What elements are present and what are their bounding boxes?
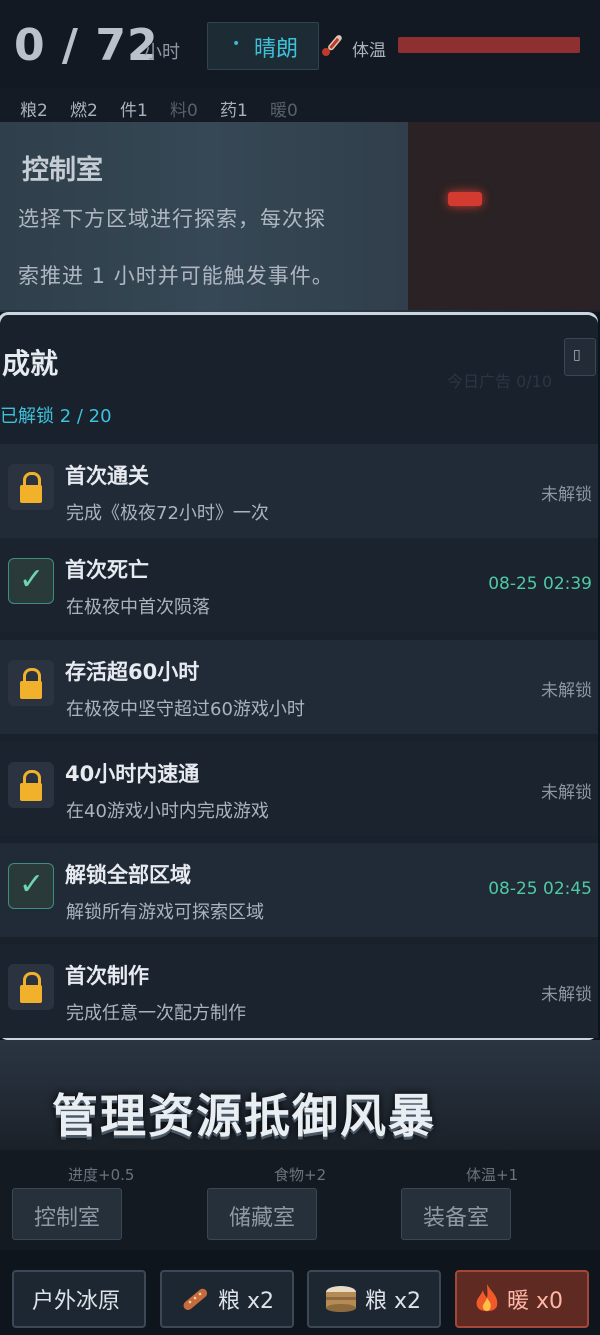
achievement-locked-status: 未解锁 [541,681,592,701]
lock-icon [8,762,54,808]
room-scene-machinery [408,122,600,310]
achievement-locked-status: 未解锁 [541,985,592,1005]
resource-fuel: 燃2 [70,101,98,121]
promo-slogan: 管理资源抵御风暴 [52,1089,436,1143]
room-hint-control: 进度+0.5 [68,1166,135,1184]
thermometer-icon [322,35,342,56]
room-hint-equipment: 体温+1 [466,1166,519,1184]
lock-body [20,485,42,503]
achievement-unlock-time: 08-25 02:39 [488,574,592,594]
achievement-row[interactable]: ✓ 解锁全部区域解锁所有游戏可探索区域 08-25 02:45 [0,843,598,937]
warm-button-label: 暖 x0 [507,1289,564,1314]
achievement-name: 解锁全部区域 [65,863,191,887]
achievement-description: 完成任意一次配方制作 [66,1003,246,1024]
weather-dot-icon: • [232,36,241,52]
achievement-description: 在40游戏小时内完成游戏 [66,801,269,822]
room-description-line2: 索推进 1 小时并可能触发事件。 [18,264,334,288]
lock-icon [8,464,54,510]
hours-counter: 0 / 72 [14,20,159,71]
achievement-row[interactable]: 首次通关完成《极夜72小时》一次 未解锁 [0,444,598,538]
food-sausage-label: 粮 x2 [218,1289,275,1314]
lock-icon [8,660,54,706]
ad-counter-faded: 今日广告 0/10 [447,372,553,391]
achievement-row[interactable]: 存活超60小时在极夜中坚守超过60游戏小时 未解锁 [0,640,598,734]
achievement-locked-status: 未解锁 [541,485,592,505]
check-icon: ✓ [8,558,54,604]
food-sausage-button[interactable]: 粮 x2 [160,1270,294,1328]
achievement-name: 存活超60小时 [65,660,200,684]
achievements-unlocked-count: 已解锁 2 / 20 [0,406,112,427]
sausage-icon [183,1288,208,1310]
room-selector: 进度+0.5 食物+2 体温+1 控制室 储藏室 装备室 [0,1150,600,1250]
achievement-name: 首次死亡 [65,558,149,582]
warm-button[interactable]: 暖 x0 [455,1270,589,1328]
outdoor-button-label: 户外冰原 [32,1289,121,1314]
checkmark-glyph: ✓ [19,867,45,902]
steamed-bun-icon [326,1286,356,1312]
close-button[interactable]: ▯ [564,338,596,376]
room-title: 控制室 [22,155,103,186]
achievement-description: 解锁所有游戏可探索区域 [66,902,264,923]
temperature-label: 体温 [352,41,386,61]
resource-bar: 粮2 燃2 件1 料0 药1 暖0 [0,88,600,124]
hours-unit: 小时 [144,42,180,63]
checkmark-glyph: ✓ [19,562,45,597]
close-icon: ▯ [573,347,581,363]
lock-icon [8,964,54,1010]
lock-body [20,681,42,699]
alarm-light-icon [448,192,482,206]
room-button-label: 控制室 [33,1206,100,1231]
temperature-bar [398,37,580,53]
food-bun-button[interactable]: 粮 x2 [307,1270,441,1328]
temperature-bar-fill [398,37,580,53]
resource-warmth: 暖0 [270,101,298,121]
room-button-control[interactable]: 控制室 [12,1188,122,1240]
achievement-name: 首次制作 [65,964,149,988]
room-button-storage[interactable]: 储藏室 [207,1188,317,1240]
lock-body [20,783,42,801]
achievement-row[interactable]: 40小时内速通在40游戏小时内完成游戏 未解锁 [0,742,598,836]
check-icon: ✓ [8,863,54,909]
action-bar: 户外冰原 粮 x2 粮 x2 暖 x0 [0,1250,600,1335]
room-button-label: 储藏室 [228,1206,295,1231]
achievement-locked-status: 未解锁 [541,783,592,803]
room-hint-storage: 食物+2 [274,1166,327,1184]
food-bun-label: 粮 x2 [365,1289,422,1314]
achievement-row[interactable]: 首次制作完成任意一次配方制作 未解锁 [0,944,598,1038]
fire-icon [476,1284,498,1312]
achievement-unlock-time: 08-25 02:45 [488,879,592,899]
achievements-title: 成就 [2,347,59,380]
achievement-name: 首次通关 [65,464,149,488]
resource-material: 料0 [170,101,198,121]
achievement-name: 40小时内速通 [65,762,200,786]
lock-body [20,985,42,1003]
achievement-description: 在极夜中首次陨落 [66,597,210,618]
achievement-description: 完成《极夜72小时》一次 [66,503,269,524]
room-button-equipment[interactable]: 装备室 [401,1188,511,1240]
resource-food: 粮2 [20,101,48,121]
achievement-row[interactable]: ✓ 首次死亡在极夜中首次陨落 08-25 02:39 [0,538,598,632]
resource-parts: 件1 [120,101,148,121]
weather-badge: • 晴朗 [207,22,319,70]
room-button-label: 装备室 [422,1206,489,1231]
room-description-line1: 选择下方区域进行探索，每次探 [18,207,326,231]
achievement-description: 在极夜中坚守超过60游戏小时 [66,699,305,720]
resource-medicine: 药1 [220,101,248,121]
outdoor-button[interactable]: 户外冰原 [12,1270,146,1328]
weather-label: 晴朗 [254,37,299,62]
